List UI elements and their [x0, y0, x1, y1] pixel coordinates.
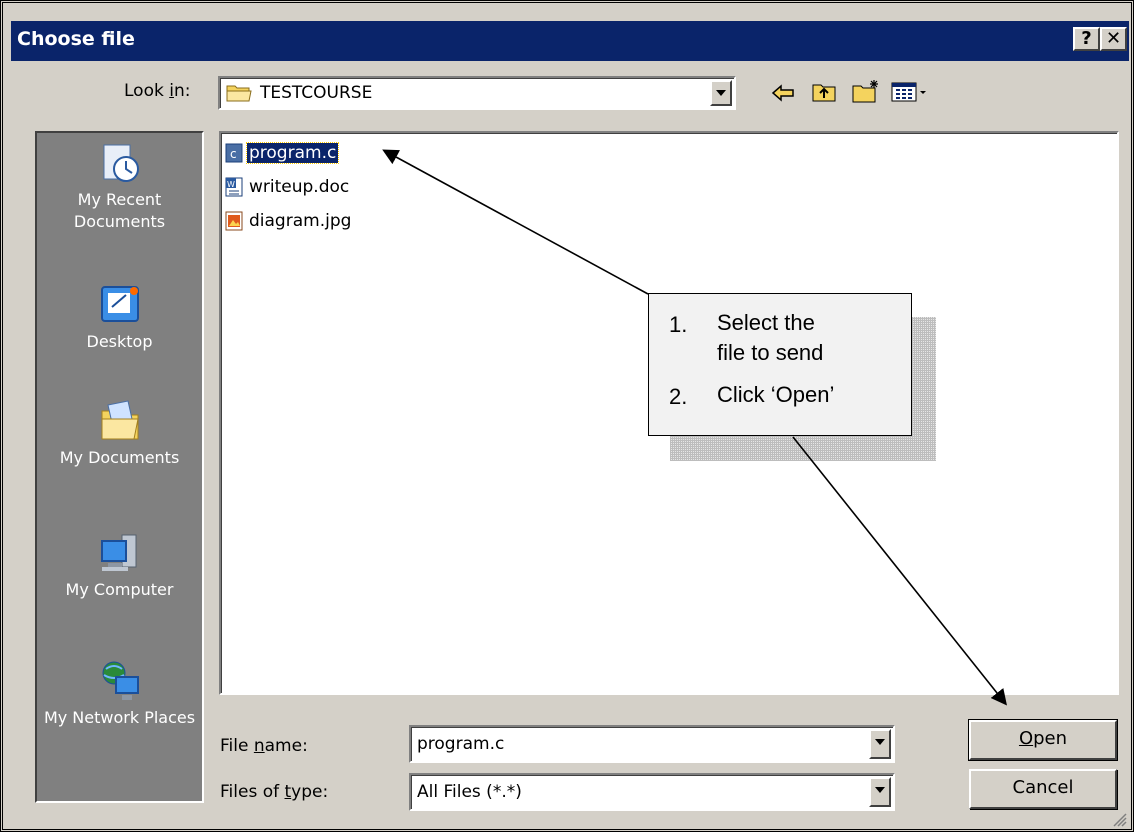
arrow-to-open [792, 436, 1007, 706]
file-type-label: Files of type: [220, 782, 329, 802]
file-name-label: File name: [220, 736, 308, 756]
file-name-value: program.c [417, 734, 505, 754]
arrow-to-file [382, 149, 649, 295]
file-type-dropdown[interactable]: All Files (*.*) [409, 773, 895, 811]
file-name-chevron-down-icon[interactable] [869, 729, 891, 759]
file-type-value: All Files (*.*) [417, 782, 522, 802]
callout-arrows [382, 149, 1007, 706]
resize-grip-icon[interactable] [1109, 809, 1127, 827]
cancel-button[interactable]: Cancel [969, 769, 1117, 809]
open-button[interactable]: Open [968, 719, 1118, 761]
file-type-chevron-down-icon[interactable] [869, 777, 891, 807]
file-name-input[interactable]: program.c [409, 725, 895, 763]
choose-file-dialog: Choose file ? ✕ Look in: TESTCOURSE My R… [0, 0, 1134, 832]
